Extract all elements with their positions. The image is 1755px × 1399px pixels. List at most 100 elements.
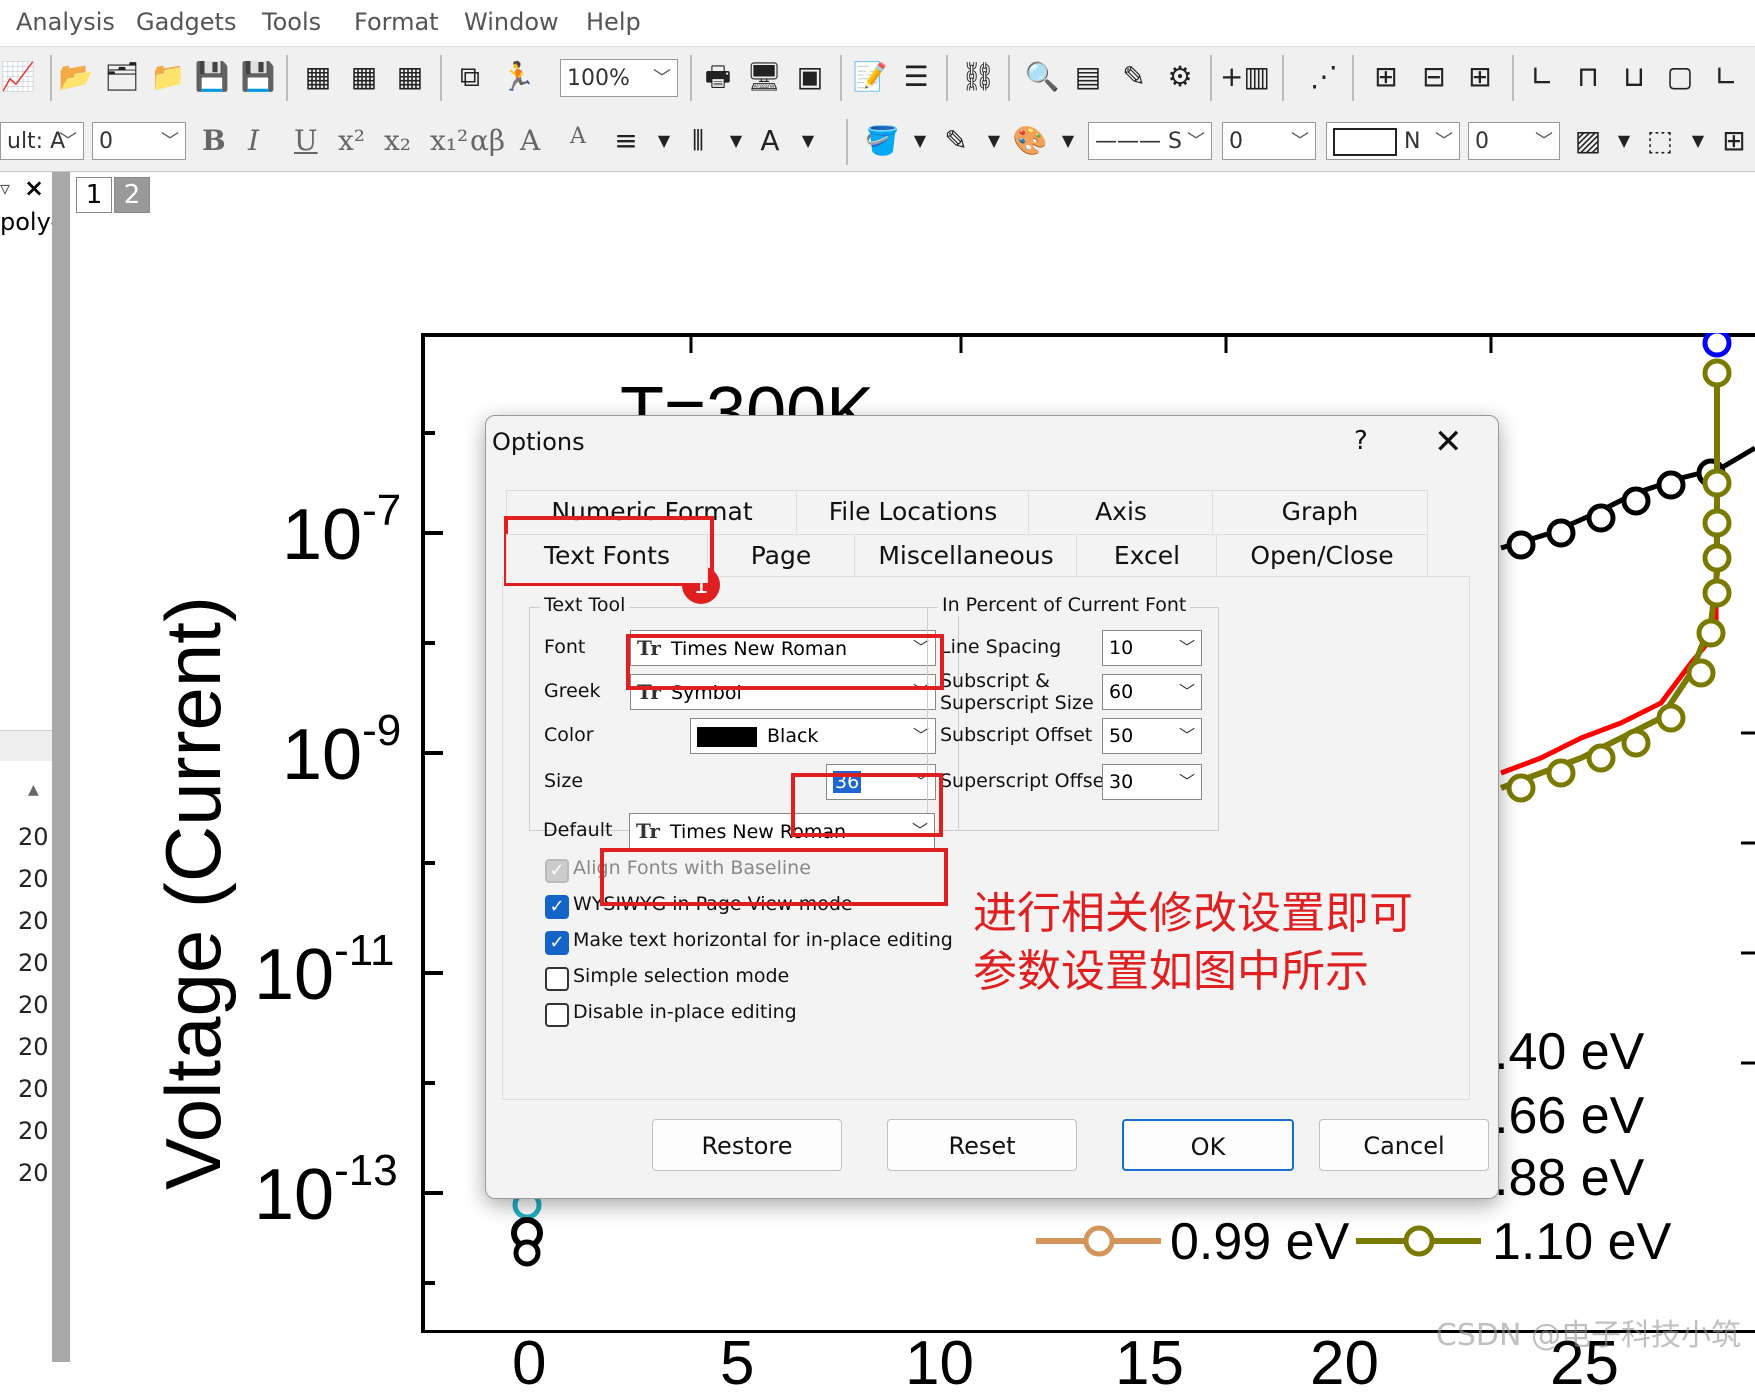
fill-width-combo[interactable]: 0 ﹀: [1468, 122, 1560, 160]
grid-pattern-icon[interactable]: ⊞: [1716, 123, 1752, 159]
align-left-icon[interactable]: ≡: [608, 123, 644, 159]
help-button[interactable]: ?: [1354, 426, 1368, 456]
axis-box-icon[interactable]: ▢: [1662, 59, 1698, 95]
align-columns-icon[interactable]: ⦀: [680, 123, 716, 159]
axis-right-icon[interactable]: ⊔: [1616, 59, 1652, 95]
list-item[interactable]: 20: [18, 1075, 49, 1103]
chevron-down-icon[interactable]: ▼: [1680, 123, 1716, 159]
italic-button[interactable]: I: [248, 124, 259, 157]
list-item[interactable]: 20: [18, 907, 49, 935]
align-baseline-checkbox[interactable]: ✓: [545, 859, 569, 883]
font-size-combo[interactable]: 0 ﹀: [92, 122, 186, 160]
settings-gear-icon[interactable]: ⚙: [1162, 59, 1198, 95]
menu-help[interactable]: Help: [586, 8, 641, 36]
results-log-icon[interactable]: ▤: [1070, 59, 1106, 95]
project-explorer-icon[interactable]: ⛓: [960, 59, 996, 95]
open-folder-icon[interactable]: 📂: [58, 59, 94, 95]
code-builder-icon[interactable]: ✎: [1116, 59, 1152, 95]
subscript-offset-select[interactable]: 50 ﹀: [1102, 718, 1202, 754]
new-graph-icon[interactable]: 📈: [0, 59, 36, 95]
subscript-button[interactable]: x₂: [384, 124, 411, 157]
reset-button[interactable]: Reset: [887, 1119, 1077, 1171]
layer-tab-1[interactable]: 1: [76, 177, 112, 213]
axis-bottom-icon[interactable]: ∟: [1524, 59, 1560, 95]
hatch-pattern-icon[interactable]: ▨: [1570, 123, 1606, 159]
dotted-pattern-icon[interactable]: ⬚: [1642, 123, 1678, 159]
line-color-icon[interactable]: ✎: [938, 123, 974, 159]
underline-button[interactable]: U: [294, 124, 318, 157]
menu-window[interactable]: Window: [464, 8, 559, 36]
fill-color-icon[interactable]: 🪣: [864, 123, 900, 159]
list-item[interactable]: 20: [18, 949, 49, 977]
decrease-font-button[interactable]: A: [570, 124, 586, 149]
list-item[interactable]: 20: [18, 865, 49, 893]
open-template-icon[interactable]: 🗂: [104, 59, 140, 95]
list-item[interactable]: 20: [18, 1117, 49, 1145]
print-icon[interactable]: 🖶: [700, 59, 736, 95]
fill-combo[interactable]: N ﹀: [1326, 122, 1460, 160]
ok-button[interactable]: OK: [1122, 1119, 1294, 1171]
axis-top-icon[interactable]: ⊓: [1570, 59, 1606, 95]
menu-analysis[interactable]: Analysis: [16, 8, 115, 36]
bold-button[interactable]: B: [202, 124, 226, 157]
open-excel-icon[interactable]: 📁: [150, 59, 186, 95]
font-color-icon[interactable]: A: [752, 123, 788, 159]
line-spacing-select[interactable]: 10 ﹀: [1102, 630, 1202, 666]
import-ascii-icon[interactable]: ▦: [346, 59, 382, 95]
pattern-icon[interactable]: 🎨: [1012, 123, 1048, 159]
tab-file-locations[interactable]: File Locations: [796, 490, 1030, 533]
scroll-up-icon[interactable]: ▲: [28, 782, 39, 798]
tab-graph[interactable]: Graph: [1212, 490, 1428, 533]
tab-open-close[interactable]: Open/Close: [1216, 534, 1428, 577]
tab-page[interactable]: Page: [706, 534, 856, 577]
chevron-down-icon[interactable]: ▼: [1050, 123, 1086, 159]
slideshow-icon[interactable]: ▣: [792, 59, 828, 95]
panel-item-label[interactable]: poly-: [0, 208, 59, 236]
chevron-down-icon[interactable]: ▼: [976, 123, 1012, 159]
cancel-button[interactable]: Cancel: [1319, 1119, 1489, 1171]
import-wizard-icon[interactable]: ▦: [300, 59, 336, 95]
list-item[interactable]: 20: [18, 991, 49, 1019]
save-icon[interactable]: 💾: [194, 59, 230, 95]
merge-layers-icon[interactable]: ⊟: [1416, 59, 1452, 95]
greek-button[interactable]: αβ: [470, 124, 505, 157]
notes-icon[interactable]: 📝: [852, 59, 888, 95]
simple-selection-checkbox[interactable]: [545, 967, 569, 991]
menu-gadgets[interactable]: Gadgets: [136, 8, 236, 36]
arrange-layers-icon[interactable]: ⊞: [1462, 59, 1498, 95]
axis-left-icon[interactable]: ∟: [1708, 59, 1744, 95]
layout-icon[interactable]: ☰: [898, 59, 934, 95]
close-button[interactable]: ✕: [1434, 422, 1463, 462]
panel-close-icon[interactable]: ×: [24, 174, 44, 202]
recalculate-icon[interactable]: 🏃: [500, 59, 536, 95]
restore-button[interactable]: Restore: [652, 1119, 842, 1171]
chevron-down-icon[interactable]: ▼: [790, 123, 826, 159]
wysiwyg-checkbox[interactable]: ✓: [545, 895, 569, 919]
superscript-offset-select[interactable]: 30 ﹀: [1102, 764, 1202, 800]
tab-text-fonts[interactable]: Text Fonts: [506, 534, 708, 583]
list-item[interactable]: 20: [18, 823, 49, 851]
superscript-button[interactable]: x²: [338, 124, 365, 157]
layer-icon[interactable]: ⊞: [1368, 59, 1404, 95]
chevron-down-icon[interactable]: ▼: [902, 123, 938, 159]
menu-tools[interactable]: Tools: [262, 8, 321, 36]
duplicate-icon[interactable]: ⧉: [452, 59, 488, 95]
data-selector-icon[interactable]: ⋰: [1306, 59, 1342, 95]
tab-excel[interactable]: Excel: [1076, 534, 1218, 577]
color-select[interactable]: Black ﹀: [690, 718, 936, 754]
layer-tab-2[interactable]: 2: [114, 177, 150, 213]
menu-format[interactable]: Format: [354, 8, 439, 36]
import-multiple-icon[interactable]: ▦: [392, 59, 428, 95]
add-column-icon[interactable]: +▥: [1220, 59, 1270, 95]
tab-miscellaneous[interactable]: Miscellaneous: [854, 534, 1078, 577]
horizontal-text-checkbox[interactable]: ✓: [545, 931, 569, 955]
splitter[interactable]: [52, 172, 70, 1362]
chevron-down-icon[interactable]: ▼: [646, 123, 682, 159]
export-icon[interactable]: 🖥: [746, 59, 782, 95]
zoom-tool-icon[interactable]: 🔍: [1024, 59, 1060, 95]
tab-axis[interactable]: Axis: [1028, 490, 1214, 533]
chevron-down-icon[interactable]: ▼: [718, 123, 754, 159]
font-combo[interactable]: ult: A ﹀: [0, 122, 84, 160]
panel-pin-icon[interactable]: ▿: [0, 176, 10, 200]
subsup-size-select[interactable]: 60 ﹀: [1102, 674, 1202, 710]
